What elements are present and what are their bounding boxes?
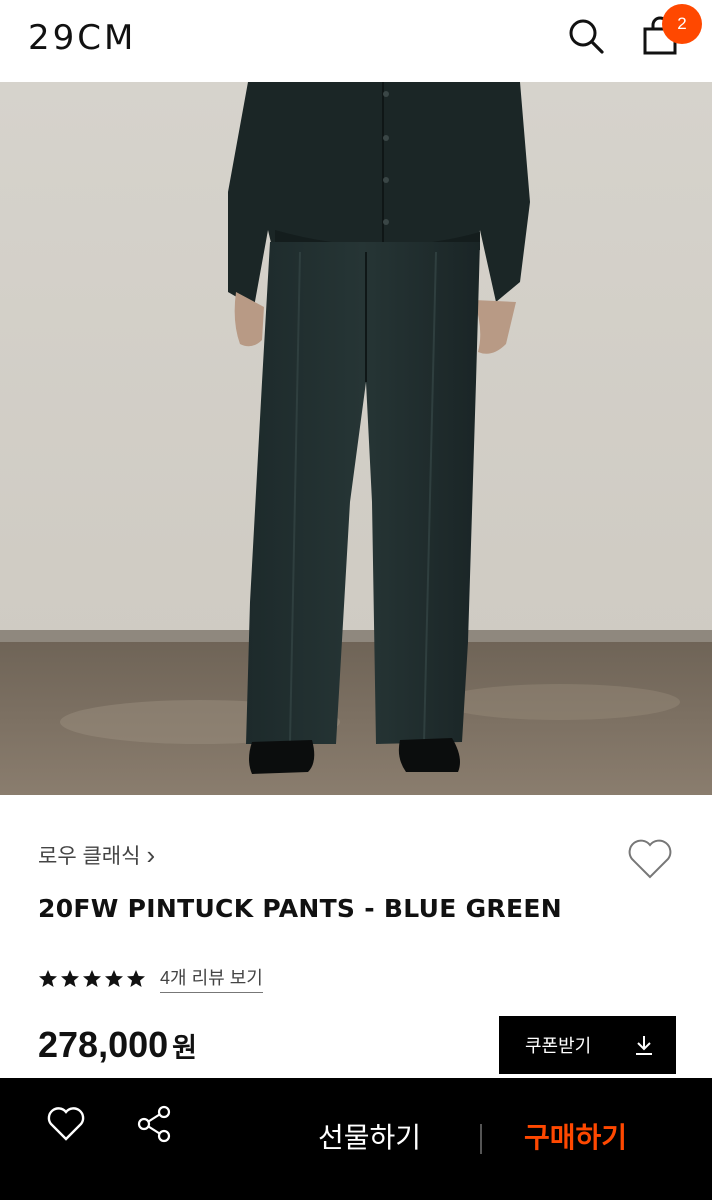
download-icon (636, 1036, 652, 1055)
bottom-wishlist-button[interactable] (40, 1098, 92, 1150)
star-rating (38, 969, 146, 989)
product-image[interactable] (0, 82, 712, 795)
coupon-label: 쿠폰받기 (525, 1036, 592, 1056)
product-title: 20FW PINTUCK PANTS - BLUE GREEN (38, 894, 562, 923)
divider (480, 1124, 482, 1154)
brand-logo[interactable]: 29CM (28, 18, 136, 58)
share-button[interactable] (128, 1098, 180, 1150)
star-icon (127, 969, 145, 987)
star-icon (105, 969, 123, 987)
star-icon (83, 969, 101, 987)
review-link[interactable]: 4개 리뷰 보기 (160, 964, 263, 993)
heart-outline-icon (628, 839, 672, 879)
wishlist-button[interactable] (624, 834, 676, 882)
chevron-right-icon: › (146, 840, 156, 870)
star-icon (61, 969, 79, 987)
cart-count-badge: 2 (662, 4, 702, 44)
buy-button[interactable]: 구매하기 (524, 1116, 627, 1156)
heart-icon (47, 1107, 85, 1141)
brand-link[interactable]: 로우 클래식 › (38, 840, 155, 870)
price-value: 278,000 (38, 1024, 169, 1065)
app-header: 29CM 2 (0, 0, 712, 82)
gift-button[interactable]: 선물하기 (318, 1116, 421, 1156)
brand-name: 로우 클래식 (38, 845, 141, 868)
share-icon (137, 1105, 171, 1143)
star-icon (39, 969, 57, 987)
rating-row: 4개 리뷰 보기 (38, 964, 263, 993)
search-button[interactable] (564, 14, 608, 58)
coupon-button[interactable]: 쿠폰받기 (499, 1016, 676, 1074)
price-currency: 원 (172, 1033, 197, 1063)
price: 278,000 원 (38, 1024, 197, 1066)
bottom-action-bar: 선물하기 구매하기 (0, 1078, 712, 1200)
search-icon (569, 19, 604, 54)
